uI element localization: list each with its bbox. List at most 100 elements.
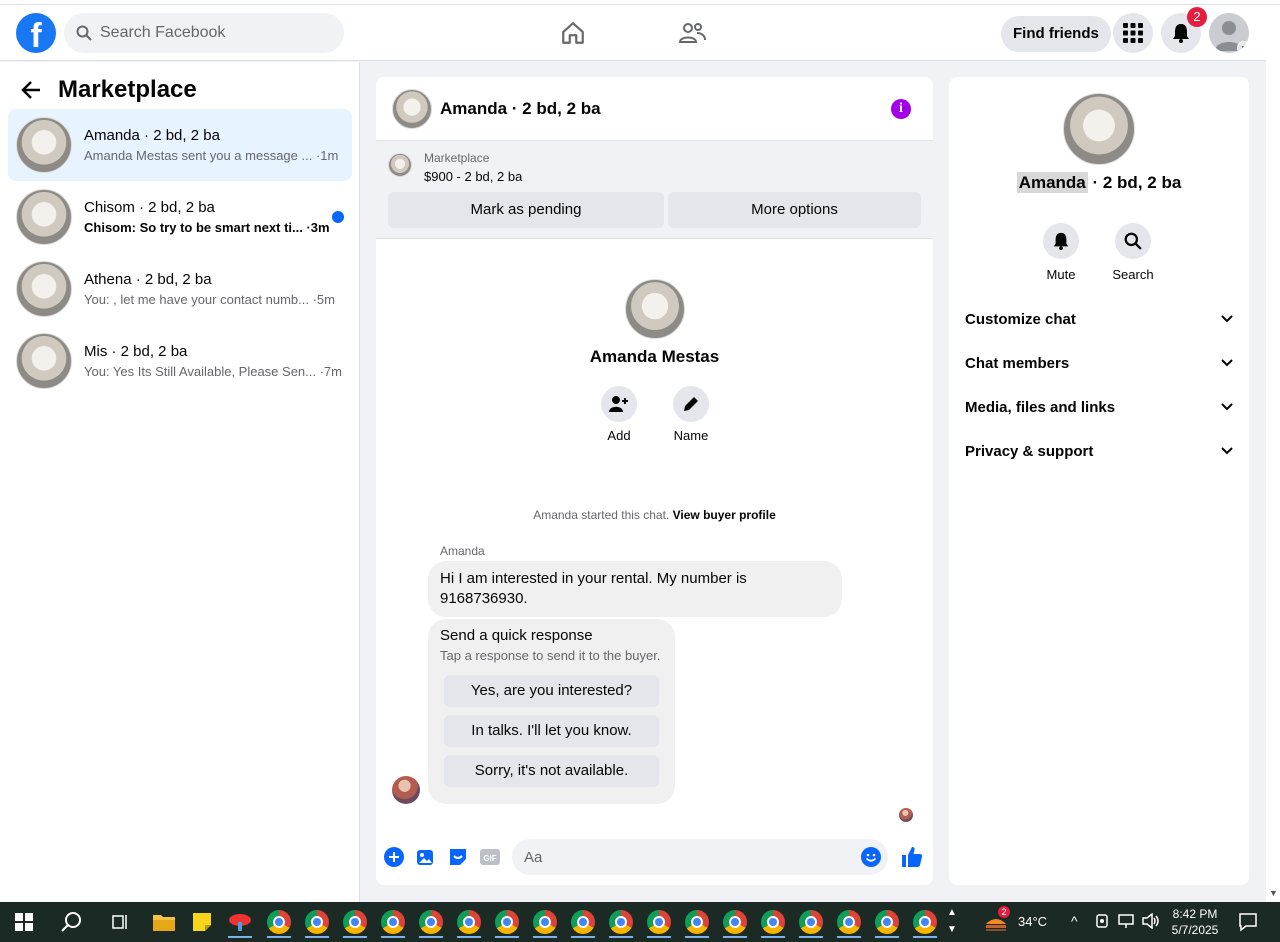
sticky-notes-icon[interactable]	[186, 906, 218, 938]
listing-avatar[interactable]	[1063, 93, 1135, 165]
conversation-item-chisom[interactable]: Chisom · 2 bd, 2 ba Chisom: So try to be…	[8, 181, 352, 253]
meet-icon[interactable]	[1095, 913, 1111, 932]
taskbar-search-icon[interactable]	[56, 906, 88, 938]
bell-icon	[1173, 24, 1189, 43]
section-label: Media, files and links	[965, 398, 1116, 416]
chrome-window-icon[interactable]	[491, 906, 523, 938]
conversation-item-mis[interactable]: Mis · 2 bd, 2 ba You: Yes Its Still Avai…	[8, 325, 352, 397]
volume-icon[interactable]	[1142, 912, 1160, 932]
listing-thumbnail	[16, 261, 72, 317]
chevron-down-icon	[1221, 359, 1233, 367]
section-chat-members[interactable]: Chat members	[965, 341, 1233, 385]
section-customize-chat[interactable]: Customize chat	[965, 297, 1233, 341]
mark-as-pending-button[interactable]: Mark as pending	[388, 192, 664, 228]
windows-start-icon[interactable]	[8, 906, 40, 938]
quick-reply-button[interactable]: Yes, are you interested?	[444, 675, 659, 707]
weather-widget[interactable]: 2	[984, 906, 1010, 935]
plus-circle-icon[interactable]	[384, 847, 404, 867]
task-view-icon[interactable]	[104, 906, 136, 938]
page-title: Marketplace	[58, 76, 197, 103]
edit-name-action[interactable]: Name	[661, 386, 721, 443]
photo-icon[interactable]	[416, 847, 436, 867]
search-input[interactable]	[100, 24, 320, 42]
account-avatar[interactable]: ▾	[1209, 13, 1249, 53]
chrome-window-icon[interactable]	[909, 906, 941, 938]
back-arrow-icon[interactable]	[20, 79, 42, 101]
chevron-down-icon	[1221, 447, 1233, 455]
thumbs-up-icon[interactable]	[900, 845, 924, 869]
seen-receipt-avatar	[899, 808, 913, 822]
chrome-window-icon[interactable]	[719, 906, 751, 938]
conversation-name: Athena · 2 bd, 2 ba	[84, 271, 212, 288]
listing-thumbnail[interactable]	[392, 88, 432, 129]
chevron-down-icon	[1221, 403, 1233, 411]
emoji-icon[interactable]	[861, 847, 881, 867]
network-icon[interactable]	[1118, 913, 1136, 932]
quick-reply-button[interactable]: In talks. I'll let you know.	[444, 715, 659, 747]
section-privacy-support[interactable]: Privacy & support	[965, 429, 1233, 473]
mute-action[interactable]: Mute	[1031, 223, 1091, 282]
chrome-window-icon[interactable]	[377, 906, 409, 938]
notifications-button[interactable]: 2	[1161, 7, 1207, 53]
message-input[interactable]	[512, 839, 888, 875]
notification-count-badge: 2	[1187, 7, 1207, 27]
app-icon[interactable]	[224, 906, 256, 938]
chrome-window-icon[interactable]	[605, 906, 637, 938]
listing-category: Marketplace	[424, 151, 490, 165]
details-title-name: Amanda	[1016, 172, 1088, 193]
profile-avatar[interactable]	[625, 279, 685, 339]
page-scrollbar[interactable]: ▼	[1266, 5, 1280, 902]
conversation-item-amanda[interactable]: Amanda · 2 bd, 2 ba Amanda Mestas sent y…	[8, 109, 352, 181]
menu-grid-button[interactable]	[1113, 13, 1153, 53]
add-contact-action[interactable]: Add	[589, 386, 649, 443]
listing-thumbnail[interactable]	[388, 153, 412, 177]
search-icon	[1124, 232, 1142, 250]
chrome-window-icon[interactable]	[871, 906, 903, 938]
conversation-item-athena[interactable]: Athena · 2 bd, 2 ba You: , let me have y…	[8, 253, 352, 325]
windows-taskbar: ▲ ▼ 2 34°C ^ 8:42 PM 5/7/2025	[0, 902, 1280, 942]
chrome-window-icon[interactable]	[453, 906, 485, 938]
conversation-list-panel: Marketplace Amanda · 2 bd, 2 ba Amanda M…	[0, 62, 360, 902]
sticker-icon[interactable]	[448, 847, 468, 867]
chrome-window-icon[interactable]	[339, 906, 371, 938]
chrome-window-icon[interactable]	[415, 906, 447, 938]
chrome-window-icon[interactable]	[263, 906, 295, 938]
quick-response-subtitle: Tap a response to send it to the buyer.	[440, 648, 661, 663]
view-buyer-profile-link[interactable]: View buyer profile	[673, 508, 776, 522]
info-icon[interactable]: i	[891, 99, 911, 119]
chrome-window-icon[interactable]	[301, 906, 333, 938]
chat-title[interactable]: Amanda · 2 bd, 2 ba	[440, 99, 601, 119]
search-action[interactable]: Search	[1103, 223, 1163, 282]
more-options-button[interactable]: More options	[668, 192, 921, 228]
listing-price[interactable]: $900 - 2 bd, 2 ba	[424, 169, 522, 184]
clock[interactable]: 8:42 PM 5/7/2025	[1166, 906, 1224, 938]
chrome-window-icon[interactable]	[681, 906, 713, 938]
chrome-window-icon[interactable]	[833, 906, 865, 938]
find-friends-button[interactable]: Find friends	[1001, 16, 1111, 52]
search-box[interactable]	[64, 13, 344, 53]
message-composer: GIF	[376, 837, 933, 877]
chrome-window-icon[interactable]	[795, 906, 827, 938]
section-label: Customize chat	[965, 310, 1076, 328]
add-label: Add	[607, 428, 631, 443]
chrome-window-icon[interactable]	[529, 906, 561, 938]
home-icon[interactable]	[557, 17, 589, 49]
show-hidden-icons-icon[interactable]: ^	[1071, 913, 1078, 929]
conversation-snippet: Amanda Mestas sent you a message ... ·1m	[84, 148, 339, 163]
quick-reply-button[interactable]: Sorry, it's not available.	[444, 755, 659, 787]
section-media-files-links[interactable]: Media, files and links	[965, 385, 1233, 429]
chrome-window-icon[interactable]	[757, 906, 789, 938]
sender-avatar[interactable]	[392, 776, 420, 804]
chrome-window-icon[interactable]	[567, 906, 599, 938]
chrome-window-icon[interactable]	[643, 906, 675, 938]
taskbar-scroll-icon[interactable]: ▲ ▼	[947, 904, 957, 938]
notification-center-icon[interactable]	[1238, 912, 1258, 935]
listing-thumbnail	[16, 117, 72, 173]
listing-thumbnail	[16, 333, 72, 389]
friends-icon[interactable]	[676, 17, 708, 49]
file-explorer-icon[interactable]	[148, 906, 180, 938]
facebook-logo[interactable]: f	[16, 13, 56, 53]
conversation-snippet: Chisom: So try to be smart next ti... ·3…	[84, 220, 330, 235]
scroll-down-arrow-icon[interactable]: ▼	[1269, 888, 1278, 898]
gif-icon[interactable]: GIF	[480, 847, 500, 867]
